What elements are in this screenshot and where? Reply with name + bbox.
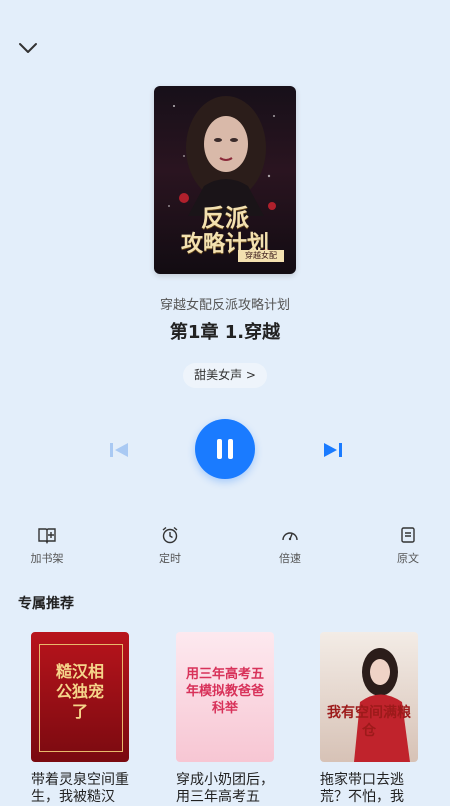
recommend-cover-3[interactable]: 我有空间满粮仓 (320, 632, 418, 762)
timer-button[interactable]: 定时 (140, 526, 200, 566)
speedometer-icon (282, 532, 298, 541)
add-bookshelf-icon (38, 528, 56, 544)
book-title: 穿越女配反派攻略计划 (159, 298, 290, 313)
voice-selector-button[interactable]: 甜美女声 > (183, 363, 267, 388)
alarm-clock-icon (162, 526, 178, 544)
cover-tag: 穿越女配 (238, 250, 284, 262)
recommend-heading: 专属推荐 (18, 596, 74, 612)
recommend-cover-2[interactable]: 用三年高考五年模拟教爸爸科举 (176, 632, 274, 762)
chapter-title: 第1章 1.穿越 (169, 322, 281, 343)
add-bookshelf-label: 加书架 (30, 552, 64, 565)
recommend-cover-2-text: 用三年高考五年模拟教爸爸科举 (185, 667, 264, 716)
pause-button[interactable] (195, 419, 255, 479)
book-cover: 反派 攻略计划 穿越女配 (154, 86, 296, 274)
pause-icon (217, 439, 222, 459)
original-text-label: 原文 (397, 552, 419, 565)
document-icon (401, 527, 415, 543)
recommend-title-2[interactable]: 穿成小奶团后，用三年高考五 (176, 772, 278, 806)
recommend-cover-1-text: 糙汉相公独宠了 (55, 662, 104, 721)
original-text-button[interactable]: 原文 (378, 526, 438, 566)
add-bookshelf-button[interactable]: 加书架 (17, 526, 77, 566)
skip-next-icon[interactable] (322, 440, 344, 460)
skip-previous-icon[interactable] (108, 440, 130, 460)
playback-speed-label: 倍速 (279, 552, 301, 565)
recommend-cover-1[interactable]: 糙汉相公独宠了 (31, 632, 129, 762)
playback-speed-button[interactable]: 倍速 (260, 526, 320, 566)
recommend-title-1[interactable]: 带着灵泉空间重生，我被糙汉 (31, 772, 133, 806)
recommend-cover-3-text: 我有空间满粮仓 (327, 705, 411, 739)
timer-label: 定时 (159, 552, 181, 565)
collapse-chevron-icon[interactable] (16, 38, 40, 58)
recommend-title-3[interactable]: 拖家带口去逃荒？不怕，我 (320, 772, 422, 806)
